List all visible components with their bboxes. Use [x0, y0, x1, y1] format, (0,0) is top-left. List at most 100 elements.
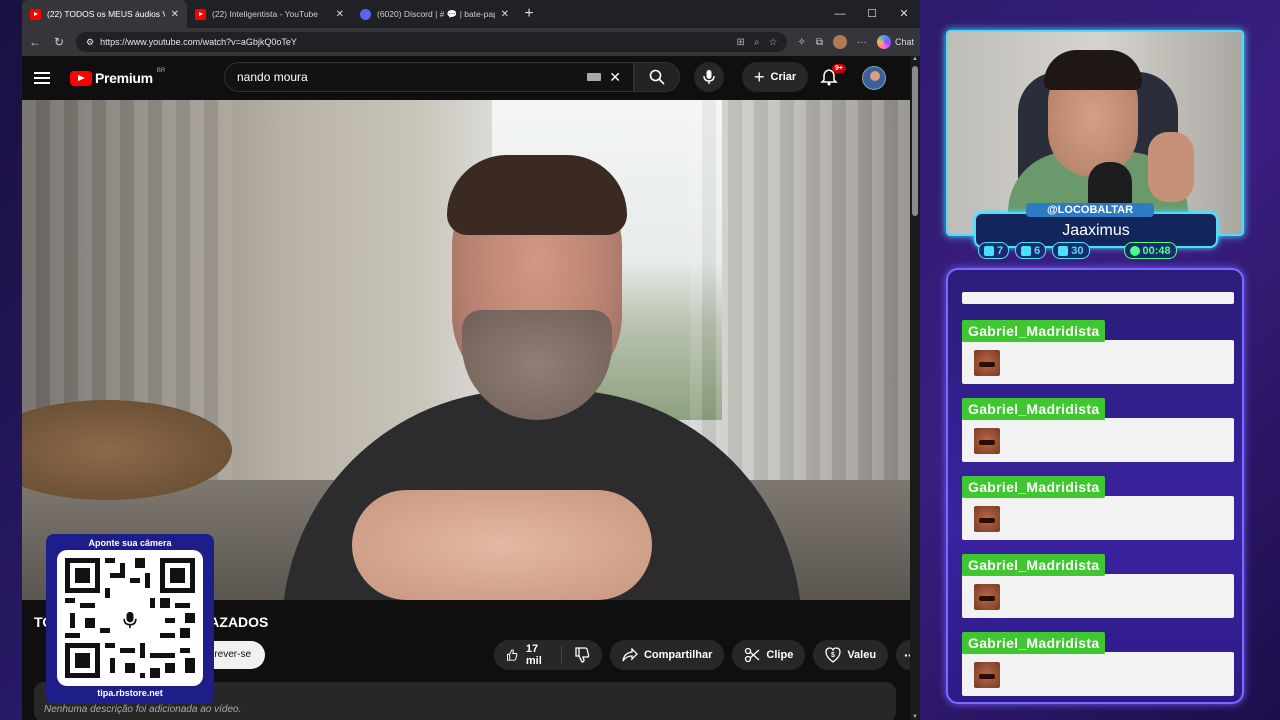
scroll-up-icon[interactable]: ▲ [912, 56, 918, 62]
search-query: nando moura [237, 70, 308, 84]
close-window-icon[interactable]: ✕ [888, 0, 920, 28]
qr-code [57, 550, 203, 686]
timer-value: 00:48 [1142, 244, 1171, 257]
brand-text: Premium [95, 70, 153, 86]
url-tools: ⊞ ⌕ ☆ [736, 37, 777, 48]
profile-avatar[interactable] [832, 35, 847, 49]
twitch-icon [984, 245, 994, 256]
create-label: Criar [770, 71, 797, 83]
chat-message: Gabriel_Madridista [962, 554, 1234, 620]
url-field[interactable]: ⚙ https://www.youtube.com/watch?v=aGbjkQ… [76, 32, 788, 52]
scroll-down-icon[interactable]: ▼ [912, 714, 918, 720]
favorite-icon[interactable]: ☆ [768, 37, 777, 48]
user-avatar[interactable] [862, 66, 886, 90]
svg-text:$: $ [831, 652, 835, 659]
search-input[interactable]: nando moura ✕ [224, 62, 634, 92]
page-scrollbar[interactable]: ▲ ▼ [910, 56, 920, 720]
extensions-icon[interactable]: ✧ [797, 37, 805, 48]
streamer-hand [1148, 132, 1194, 202]
twitch-count: 7 [997, 244, 1004, 257]
tab-audios[interactable]: (22) TODOS os MEUS áudios VAZADOS ✕ [22, 0, 187, 28]
copilot-chat-button[interactable]: Chat [876, 35, 914, 49]
search-icon [649, 69, 665, 85]
chat-label: Chat [894, 37, 914, 47]
collections-icon[interactable]: ⧉ [816, 37, 823, 48]
youtube-icon [195, 8, 206, 20]
chat-message-body [962, 340, 1234, 384]
clip-button[interactable]: Clipe [732, 640, 806, 670]
clear-icon[interactable]: ✕ [609, 69, 621, 86]
back-icon[interactable]: ← [28, 35, 42, 49]
thanks-button[interactable]: $ Valeu [813, 640, 889, 670]
video-player[interactable] [22, 100, 910, 600]
search-button[interactable] [634, 62, 680, 92]
streamer-hair [1044, 50, 1142, 90]
refresh-icon[interactable]: ↻ [52, 35, 66, 49]
url-text: https://www.youtube.com/watch?v=aGbjkQ0o… [100, 37, 297, 47]
chat-username: Gabriel_Madridista [962, 320, 1106, 342]
qr-overlay: Aponte sua câmera tipa.rbstore.net [46, 534, 214, 704]
address-bar: ← ↻ ⚙ https://www.youtube.com/watch?v=aG… [22, 28, 920, 56]
minimize-icon[interactable]: — [824, 0, 856, 28]
chat-username: Gabriel_Madridista [962, 398, 1106, 420]
stream-timer: 00:48 [1123, 242, 1177, 259]
youtube-header: Premium BR nando moura ✕ + Criar 9+ [22, 56, 920, 100]
region-code: BR [156, 68, 166, 74]
scissors-icon [745, 647, 760, 663]
keyboard-icon[interactable] [587, 73, 602, 81]
stream-stats: 7 6 30 00:48 [978, 242, 1177, 259]
chat-message: Gabriel_Madridista [962, 320, 1234, 386]
maximize-icon[interactable]: ☐ [856, 0, 888, 28]
thanks-label: Valeu [847, 649, 877, 661]
discord-icon [360, 8, 371, 20]
chat-message: Gabriel_Madridista [962, 632, 1234, 698]
menu-icon[interactable] [34, 69, 50, 87]
youtube-viewers: 6 [1015, 242, 1047, 259]
qr-caption: Aponte sua câmera [88, 538, 172, 548]
youtube-icon [1021, 245, 1032, 256]
close-icon[interactable]: ✕ [501, 9, 509, 20]
emote-icon [974, 428, 1000, 454]
kick-count: 30 [1071, 244, 1084, 257]
chat-message-body [962, 652, 1234, 696]
video-person-hands [352, 490, 652, 600]
voice-search-button[interactable] [694, 62, 724, 92]
app-icon[interactable]: ⊞ [736, 37, 744, 48]
plus-icon: + [754, 66, 765, 87]
tab-discord[interactable]: (6020) Discord | # 💬 | bate-papo ✕ [352, 0, 517, 28]
youtube-icon [30, 8, 41, 20]
youtube-count: 6 [1034, 244, 1041, 257]
site-info-icon[interactable]: ⚙ [86, 37, 94, 48]
chat-message: Gabriel_Madridista [962, 476, 1234, 542]
close-icon[interactable]: ✕ [171, 9, 179, 20]
chat-message: Gabriel_Madridista [962, 398, 1234, 464]
clock-icon [1129, 245, 1140, 256]
share-icon [622, 648, 638, 662]
youtube-logo[interactable]: Premium BR [70, 68, 166, 86]
like-count: 17 mil [525, 643, 542, 667]
chat-previous-message [962, 292, 1234, 304]
zoom-icon[interactable]: ⌕ [754, 37, 760, 48]
scroll-thumb[interactable] [912, 66, 918, 216]
chat-message-body [962, 418, 1234, 462]
like-button[interactable]: 17 mil [494, 643, 562, 667]
kick-viewers: 30 [1052, 242, 1090, 259]
notification-badge: 9+ [832, 64, 846, 73]
create-button[interactable]: + Criar [742, 62, 809, 92]
emote-icon [974, 506, 1000, 532]
dislike-button[interactable] [562, 647, 602, 663]
video-person-hair [447, 155, 627, 235]
more-icon[interactable]: ··· [857, 37, 867, 48]
chat-username: Gabriel_Madridista [962, 554, 1106, 576]
tab-title: (22) TODOS os MEUS áudios VAZADOS [47, 9, 165, 19]
youtube-play-icon [70, 70, 92, 86]
thumbs-up-icon [507, 649, 518, 661]
window-controls: — ☐ ✕ [824, 0, 920, 28]
tab-bar: (22) TODOS os MEUS áudios VAZADOS ✕ (22)… [22, 0, 920, 28]
twitch-viewers: 7 [978, 242, 1010, 259]
close-icon[interactable]: ✕ [336, 9, 344, 20]
new-tab-button[interactable]: + [517, 5, 541, 23]
emote-icon [974, 662, 1000, 688]
tab-inteligentista[interactable]: (22) Inteligentista - YouTube ✕ [187, 0, 352, 28]
share-button[interactable]: Compartilhar [609, 640, 725, 670]
